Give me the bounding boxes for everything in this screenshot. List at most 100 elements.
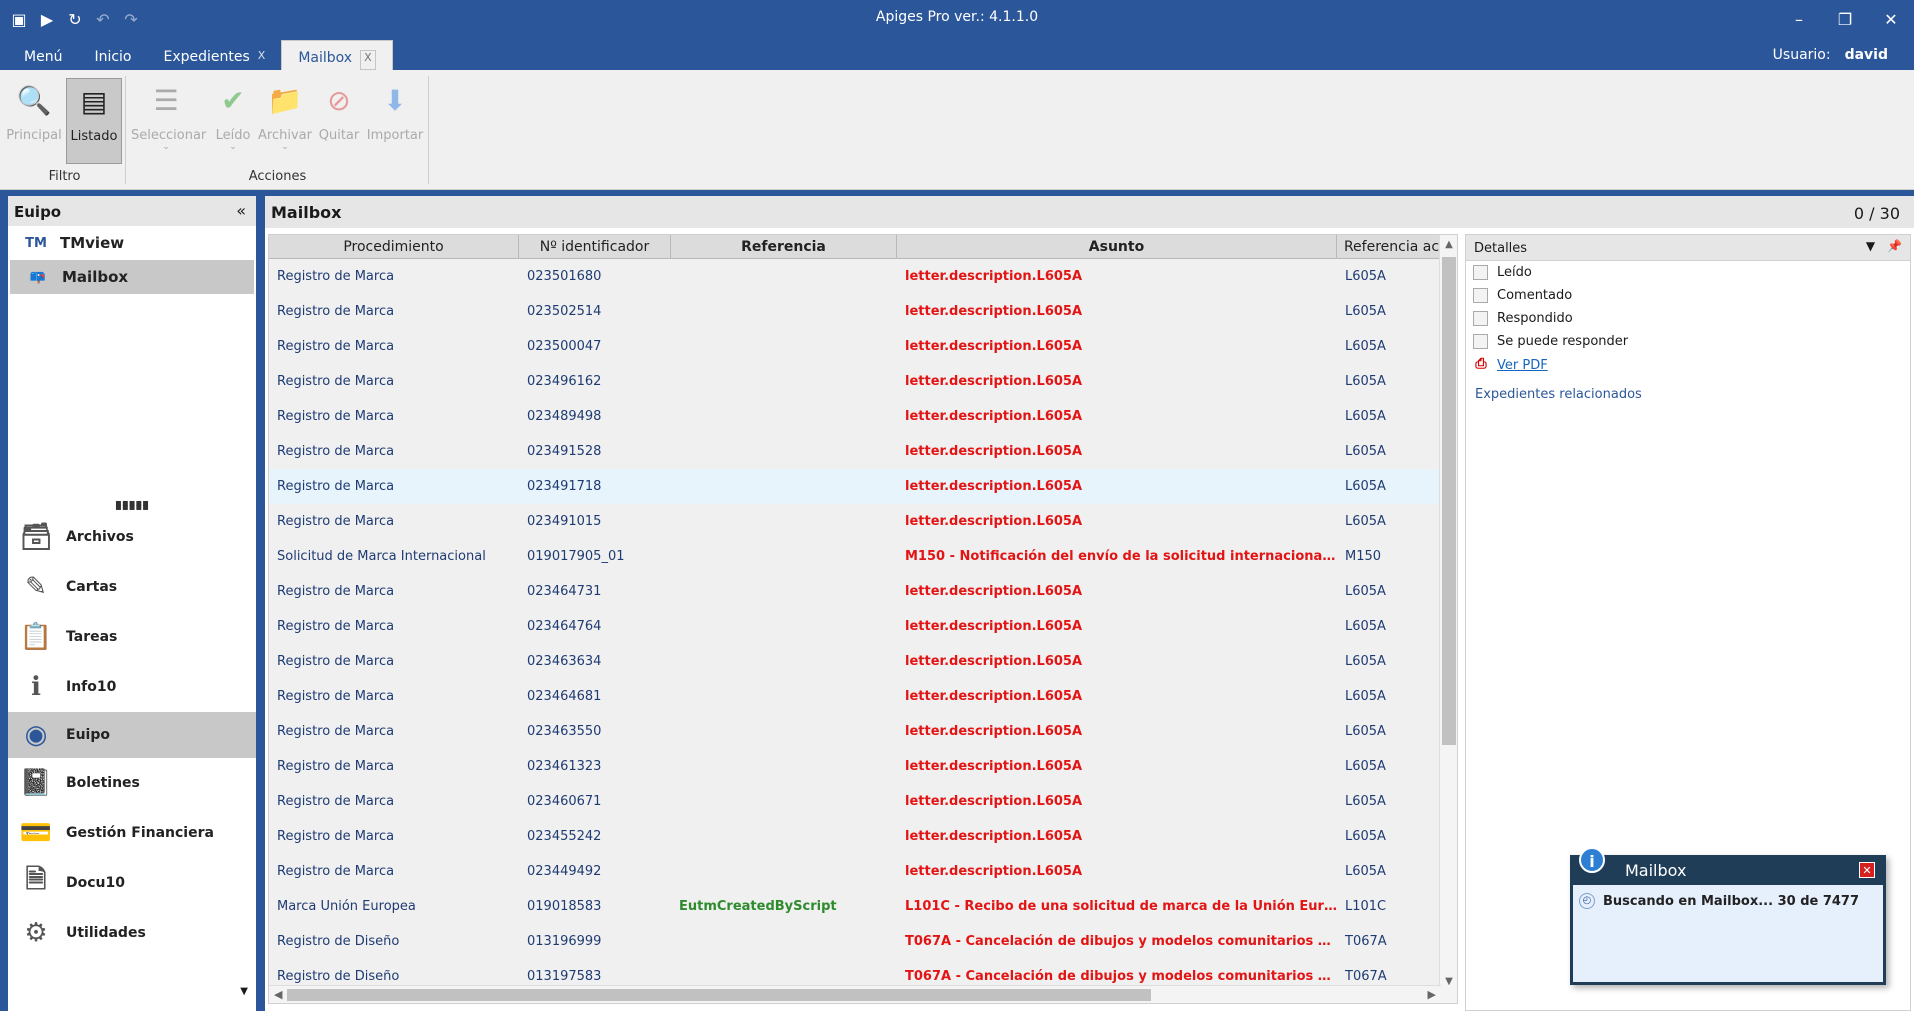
related-files-link[interactable]: Expedientes relacionados [1466, 377, 1910, 412]
table-cell: Marca Unión Europea [277, 899, 416, 914]
table-cell: Solicitud de Marca Internacional [277, 549, 486, 564]
import-icon: ⬇ [383, 83, 407, 117]
archivar-button[interactable]: 📁 Archivar ⌄ [257, 78, 313, 164]
checkbox-comentado[interactable]: Comentado [1466, 284, 1910, 307]
popup-close-icon[interactable]: ✕ [1859, 862, 1875, 878]
menu-tabs: Menú Inicio Expedientes X Mailbox X [8, 40, 393, 70]
nav-item-label: Docu10 [66, 875, 125, 891]
popup-message: Buscando en Mailbox... 30 de 7477 [1603, 893, 1860, 909]
table-row[interactable]: Registro de Marca 023461323 letter.descrip… [269, 749, 1457, 784]
table-row[interactable]: Marca Unión Europea 019018583 EutmCreatedB… [269, 889, 1457, 924]
table-row[interactable]: Registro de Marca 023463550 letter.descrip… [269, 714, 1457, 749]
scroll-down-icon[interactable]: ▼ [1440, 976, 1457, 987]
checkbox-box[interactable] [1473, 265, 1488, 280]
tab-mailbox[interactable]: Mailbox X [281, 40, 393, 70]
table-row[interactable]: Registro de Marca 023463634 letter.descrip… [269, 644, 1457, 679]
nav-item-utilidades[interactable]: ⚙ Utilidades [8, 908, 256, 958]
tab-men[interactable]: Menú [8, 40, 78, 70]
table-cell: 013197583 [527, 969, 602, 984]
nav-item-archivos[interactable]: 🗃 Archivos [8, 512, 256, 562]
principal-button[interactable]: 🔍 Principal [6, 78, 62, 164]
minimize-icon[interactable]: – [1776, 0, 1822, 38]
check-icon: ✔ [221, 83, 245, 117]
subitem-tmview[interactable]: TM TMview [8, 226, 256, 260]
ver-pdf-link[interactable]: Ver PDF [1497, 358, 1548, 373]
tab-close-icon[interactable]: X [258, 49, 266, 70]
checkbox-respondido[interactable]: Respondido [1466, 307, 1910, 330]
nav-item-boletines[interactable]: 📓 Boletines [8, 758, 256, 808]
table-row[interactable]: Registro de Diseño 013196999 T067A - Cance… [269, 924, 1457, 959]
table-cell: letter.description.L605A [905, 584, 1083, 599]
restore-icon[interactable]: ❐ [1822, 0, 1868, 38]
scroll-right-icon[interactable]: ▶ [1428, 988, 1436, 1001]
tab-inicio[interactable]: Inicio [78, 40, 147, 70]
subitem-label: Mailbox [62, 268, 129, 286]
panel-splitter[interactable]: ▪▪▪▪▪ ▪▪▪▪▪ [8, 499, 256, 513]
table-row[interactable]: Registro de Marca 023500047 letter.descrip… [269, 329, 1457, 364]
table-row[interactable]: Registro de Marca 023491718 letter.descrip… [269, 469, 1457, 504]
column-header-4[interactable]: Asunto [897, 235, 1337, 259]
nav-item-euipo[interactable]: ◉ Euipo [8, 712, 256, 758]
table-cell: letter.description.L605A [905, 304, 1083, 319]
collapse-icon[interactable]: « [236, 201, 246, 220]
column-header-3[interactable]: Referencia [671, 235, 897, 259]
table-row[interactable]: Registro de Marca 023491015 letter.descrip… [269, 504, 1457, 539]
tab-close-icon[interactable]: X [360, 50, 376, 70]
checkbox-se-puede-responder[interactable]: Se puede responder [1466, 330, 1910, 353]
nav-item-label: Boletines [66, 775, 140, 791]
nav-item-tareas[interactable]: 📋 Tareas [8, 612, 256, 662]
quitar-button[interactable]: ⊘ Quitar [311, 78, 367, 164]
subitem-label: TMview [60, 234, 125, 252]
pin-icon[interactable]: 📌 [1887, 239, 1902, 253]
nav-item-label: Utilidades [66, 925, 146, 941]
column-header-2[interactable]: Nº identificador [519, 235, 671, 259]
table-row[interactable]: Registro de Marca 023464681 letter.descrip… [269, 679, 1457, 714]
user-name: david [1844, 47, 1888, 63]
table-cell: M150 [1345, 549, 1382, 564]
nav-item-cartas[interactable]: ✎ Cartas [8, 562, 256, 612]
table-row[interactable]: Registro de Marca 023464731 letter.descrip… [269, 574, 1457, 609]
table-row[interactable]: Registro de Marca 023455242 letter.descrip… [269, 819, 1457, 854]
nav-item-gesti-n-financiera[interactable]: 💳 Gestión Financiera [8, 808, 256, 858]
scroll-up-icon[interactable]: ▲ [1440, 239, 1457, 250]
close-icon[interactable]: ✕ [1868, 0, 1914, 38]
column-header-5[interactable]: Referencia ac [1337, 235, 1447, 259]
vertical-scroll-thumb[interactable] [1442, 257, 1456, 745]
group-label-acciones: Acciones [248, 169, 307, 184]
table-row[interactable]: Registro de Marca 023449492 letter.descrip… [269, 854, 1457, 889]
checkbox-box[interactable] [1473, 288, 1488, 303]
tab-expedientes[interactable]: Expedientes X [148, 40, 282, 70]
nav-item-info10[interactable]: ℹ Info10 [8, 662, 256, 712]
more-icon[interactable]: ▼ [240, 986, 248, 997]
seleccionar-button[interactable]: ☰ Seleccionar ⌄ [131, 78, 206, 164]
horizontal-scroll-thumb[interactable] [287, 989, 1151, 1001]
table-row[interactable]: Registro de Marca 023501680 letter.descrip… [269, 259, 1457, 294]
leido-button[interactable]: ✔ Leído ⌄ [205, 78, 261, 164]
table-row[interactable]: Registro de Marca 023460671 letter.descrip… [269, 784, 1457, 819]
table-row[interactable]: Registro de Marca 023502514 letter.descrip… [269, 294, 1457, 329]
column-header-1[interactable]: Procedimiento [269, 235, 519, 259]
table-cell: letter.description.L605A [905, 724, 1083, 739]
checkbox-box[interactable] [1473, 311, 1488, 326]
table-row[interactable]: Registro de Marca 023489498 letter.descrip… [269, 399, 1457, 434]
dropdown-icon[interactable]: ▼ [1866, 239, 1875, 253]
ribbon: 🔍 Principal ▤ Listado Filtro ☰ Seleccion… [0, 70, 1914, 190]
horizontal-scrollbar[interactable]: ◀ ▶ [269, 985, 1441, 1003]
importar-button[interactable]: ⬇ Importar [363, 78, 427, 164]
table-row[interactable]: Registro de Marca 023496162 letter.descrip… [269, 364, 1457, 399]
table-cell: T067A - Cancelación de dibujos y modelos… [905, 934, 1337, 949]
vertical-scrollbar[interactable]: ▲ ▼ [1439, 235, 1457, 1003]
nav-item-docu10[interactable]: 🗎 Docu10 [8, 858, 256, 908]
listado-button[interactable]: ▤ Listado [66, 78, 122, 164]
scroll-left-icon[interactable]: ◀ [274, 988, 282, 1001]
table-row[interactable]: Registro de Marca 023464764 letter.descrip… [269, 609, 1457, 644]
table-row[interactable]: Solicitud de Marca Internacional 01901790… [269, 539, 1457, 574]
table-row[interactable]: Registro de Marca 023491528 letter.descrip… [269, 434, 1457, 469]
tab-label: Expedientes [163, 49, 250, 65]
table-cell: Registro de Marca [277, 829, 395, 844]
table-cell: L605A [1345, 864, 1386, 879]
spinner-icon: ◴ [1579, 893, 1595, 909]
subitem-mailbox[interactable]: 📪 Mailbox [10, 260, 254, 294]
checkbox-box[interactable] [1473, 334, 1488, 349]
checkbox-le-do[interactable]: Leído [1466, 261, 1910, 284]
